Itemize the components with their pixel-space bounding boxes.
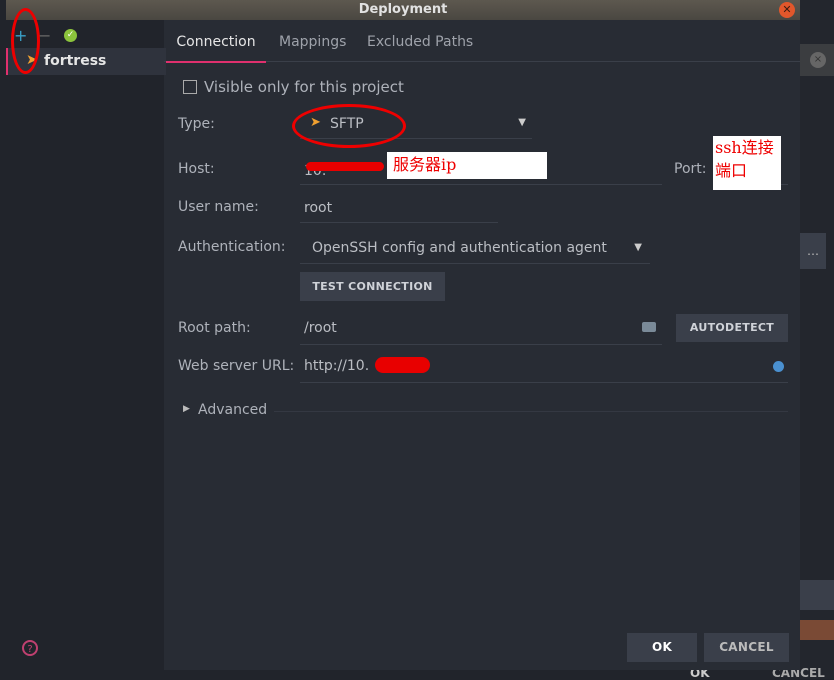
background-close-icon: × <box>810 52 826 68</box>
server-label: fortress <box>44 53 107 69</box>
tab-mappings[interactable]: Mappings <box>279 34 346 50</box>
authentication-select[interactable]: OpenSSH config and authentication agent … <box>300 236 650 264</box>
globe-icon[interactable] <box>773 361 784 372</box>
set-default-check-icon[interactable]: ✓ <box>64 29 77 42</box>
title-bar: Deployment ✕ <box>6 0 800 20</box>
cancel-button[interactable]: CANCEL <box>704 633 789 662</box>
deployment-dialog: Deployment ✕ + − ✓ ➤ fortress ? Connecti… <box>6 0 800 670</box>
remove-server-button[interactable]: − <box>38 26 51 45</box>
test-connection-button[interactable]: TEST CONNECTION <box>300 272 445 301</box>
web-server-url-value: http://10. <box>304 358 370 374</box>
tab-excluded-paths[interactable]: Excluded Paths <box>367 34 473 50</box>
authentication-value: OpenSSH config and authentication agent <box>312 240 607 256</box>
server-sidebar: + − ✓ ➤ fortress ? <box>6 20 166 670</box>
web-server-url-input[interactable]: http://10. <box>300 354 788 383</box>
username-label: User name: <box>178 199 259 215</box>
host-label: Host: <box>178 161 215 177</box>
folder-icon[interactable] <box>642 322 656 332</box>
tab-connection[interactable]: Connection <box>166 34 266 63</box>
background-window: × … <box>800 0 834 679</box>
username-value: root <box>304 200 333 216</box>
autodetect-button[interactable]: AUTODETECT <box>676 314 788 342</box>
advanced-toggle[interactable]: Advanced <box>198 402 267 418</box>
close-button[interactable]: ✕ <box>779 2 795 18</box>
annotation-circle-type <box>292 104 406 148</box>
visible-only-label: Visible only for this project <box>204 78 404 96</box>
background-panel <box>800 620 834 640</box>
background-bar: × <box>800 44 834 76</box>
expand-triangle-icon[interactable]: ▶ <box>183 404 190 414</box>
redaction-scribble <box>375 357 430 373</box>
visible-only-checkbox[interactable] <box>183 80 197 94</box>
authentication-label: Authentication: <box>178 239 286 255</box>
root-path-label: Root path: <box>178 320 251 336</box>
root-path-input[interactable]: /root <box>300 316 662 345</box>
annotation-circle-add <box>11 8 40 74</box>
web-server-url-label: Web server URL: <box>178 358 295 374</box>
ok-button[interactable]: OK <box>627 633 697 662</box>
chevron-down-icon: ▼ <box>634 242 642 253</box>
port-label: Port: <box>674 161 707 177</box>
annotation-port-note: ssh连接端口 <box>713 136 781 190</box>
background-more-button: … <box>800 233 826 269</box>
type-label: Type: <box>178 116 215 132</box>
help-button[interactable]: ? <box>22 640 38 656</box>
username-input[interactable]: root <box>300 196 498 223</box>
root-path-value: /root <box>304 320 337 336</box>
chevron-down-icon: ▼ <box>518 117 526 128</box>
background-panel <box>800 580 834 610</box>
redaction-scribble <box>306 162 384 171</box>
advanced-divider <box>274 411 788 412</box>
window-title: Deployment <box>358 2 448 17</box>
annotation-host-note: 服务器ip <box>387 152 547 179</box>
